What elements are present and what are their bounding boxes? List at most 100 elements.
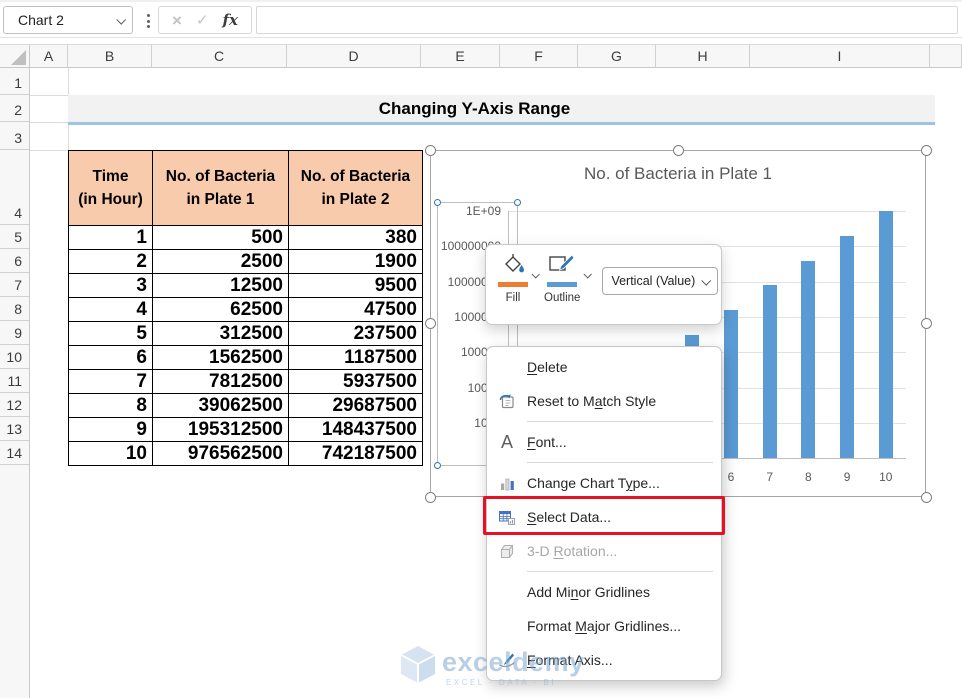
menu-item-change-chart-type[interactable]: Change Chart Type...	[487, 466, 721, 500]
chart-bar[interactable]	[724, 310, 738, 458]
row-header-8[interactable]: 8	[0, 297, 29, 321]
table-cell[interactable]: 195312500	[153, 418, 289, 442]
table-cell[interactable]: 5	[69, 322, 153, 346]
x-axis-tick-label[interactable]: 9	[835, 470, 859, 484]
insert-function-icon[interactable]: fx	[223, 13, 238, 28]
row-header-6[interactable]: 6	[0, 249, 29, 273]
column-header-A[interactable]: A	[30, 45, 68, 68]
table-cell[interactable]: 148437500	[289, 418, 423, 442]
y-axis-tick-label[interactable]: 1E+09	[466, 204, 501, 218]
chart-element-selector[interactable]: Vertical (Value)	[602, 267, 718, 295]
row-header-11[interactable]: 11	[0, 369, 29, 393]
table-cell[interactable]: 39062500	[153, 394, 289, 418]
chart-resize-handle[interactable]	[921, 318, 932, 329]
x-axis-tick-label[interactable]: 7	[758, 470, 782, 484]
row-header-10[interactable]: 10	[0, 345, 29, 369]
chart-title[interactable]: No. of Bacteria in Plate 1	[431, 164, 925, 184]
table-cell[interactable]: 1900	[289, 250, 423, 274]
menu-item-format-major-gridlines[interactable]: Format Major Gridlines...	[487, 609, 721, 643]
x-axis-tick-label[interactable]: 8	[796, 470, 820, 484]
chart-resize-handle[interactable]	[921, 145, 932, 156]
chart-resize-handle[interactable]	[425, 318, 436, 329]
table-cell[interactable]: 3	[69, 274, 153, 298]
chart-bar[interactable]	[879, 211, 893, 458]
table-cell[interactable]: 1187500	[289, 346, 423, 370]
chart-resize-handle[interactable]	[921, 492, 932, 503]
table-cell[interactable]: 2	[69, 250, 153, 274]
row-header-5[interactable]: 5	[0, 225, 29, 249]
table-cell[interactable]: 9	[69, 418, 153, 442]
enter-icon[interactable]: ✓	[196, 13, 209, 28]
table-cell[interactable]: 62500	[153, 298, 289, 322]
chart-resize-handle[interactable]	[425, 492, 436, 503]
column-header-C[interactable]: C	[152, 45, 287, 68]
column-header-B[interactable]: B	[68, 45, 152, 68]
name-box-dropdown-icon[interactable]	[116, 14, 126, 24]
table-cell[interactable]: 2500	[153, 250, 289, 274]
column-header-F[interactable]: F	[500, 45, 578, 68]
table-cell[interactable]: 237500	[289, 322, 423, 346]
chart-bar[interactable]	[840, 236, 854, 458]
table-cell[interactable]: 380	[289, 226, 423, 250]
column-header-E[interactable]: E	[421, 45, 500, 68]
table-cell[interactable]: 6	[69, 346, 153, 370]
formula-toolbar: Chart 2 × ✓ fx	[0, 0, 962, 38]
chart-resize-handle[interactable]	[673, 145, 684, 156]
table-cell[interactable]: 47500	[289, 298, 423, 322]
select-all-button[interactable]	[0, 45, 30, 68]
table-cell[interactable]: 12500	[153, 274, 289, 298]
formula-bar-input[interactable]	[256, 6, 958, 34]
menu-item-delete[interactable]: Delete	[487, 350, 721, 384]
table-cell[interactable]: 7812500	[153, 370, 289, 394]
menu-item-add-minor-gridlines[interactable]: Add Minor Gridlines	[487, 575, 721, 609]
table-cell[interactable]: 1	[69, 226, 153, 250]
fill-button[interactable]: Fill	[498, 253, 528, 304]
table-cell[interactable]: 1562500	[153, 346, 289, 370]
data-table: Time (in Hour)No. of Bacteria in Plate 1…	[68, 150, 423, 466]
column-header-D[interactable]: D	[287, 45, 421, 68]
more-options-icon[interactable]	[142, 11, 154, 31]
chart-bar[interactable]	[763, 285, 777, 458]
name-box[interactable]: Chart 2	[3, 6, 133, 34]
cancel-icon[interactable]: ×	[172, 12, 182, 29]
table-cell[interactable]: 312500	[153, 322, 289, 346]
table-cell[interactable]: 976562500	[153, 442, 289, 466]
chart-bar[interactable]	[801, 261, 815, 458]
column-header-I[interactable]: I	[750, 45, 930, 68]
row-header-4[interactable]: 4	[0, 150, 29, 225]
row-header-13[interactable]: 13	[0, 417, 29, 441]
table-cell[interactable]: 4	[69, 298, 153, 322]
menu-item-select-data[interactable]: Select Data...	[487, 500, 721, 534]
menu-item-label: Font...	[527, 434, 567, 450]
table-cell[interactable]: 5937500	[289, 370, 423, 394]
menu-item-label: 3-D Rotation...	[527, 543, 617, 559]
row-header-2[interactable]: 2	[0, 95, 29, 122]
table-cell[interactable]: 29687500	[289, 394, 423, 418]
row-header-12[interactable]: 12	[0, 393, 29, 417]
table-cell[interactable]: 7	[69, 370, 153, 394]
row-header-3[interactable]: 3	[0, 122, 29, 150]
outline-dropdown-icon[interactable]	[584, 265, 590, 283]
row-header-14[interactable]: 14	[0, 441, 29, 465]
menu-item-reset-to-match-style[interactable]: Reset to Match Style	[487, 384, 721, 418]
table-cell[interactable]: 10	[69, 442, 153, 466]
fill-dropdown-icon[interactable]	[532, 265, 538, 283]
row-header-7[interactable]: 7	[0, 273, 29, 297]
column-header-partial[interactable]	[930, 45, 962, 68]
row-header-9[interactable]: 9	[0, 321, 29, 345]
table-cell[interactable]: 742187500	[289, 442, 423, 466]
x-axis-tick-label[interactable]: 10	[874, 470, 898, 484]
row-header-1[interactable]: 1	[0, 68, 29, 95]
column-header-G[interactable]: G	[578, 45, 656, 68]
table-cell[interactable]: 500	[153, 226, 289, 250]
menu-separator	[527, 462, 713, 463]
menu-item-font[interactable]: AFont...	[487, 425, 721, 459]
table-cell[interactable]: 9500	[289, 274, 423, 298]
menu-item-label: Reset to Match Style	[527, 393, 656, 409]
column-header-H[interactable]: H	[656, 45, 750, 68]
x-axis-tick-label[interactable]: 6	[719, 470, 743, 484]
table-cell[interactable]: 8	[69, 394, 153, 418]
menu-item-format-axis[interactable]: Format Axis...	[487, 643, 721, 677]
chart-resize-handle[interactable]	[425, 145, 436, 156]
outline-button[interactable]: Outline	[544, 253, 580, 304]
